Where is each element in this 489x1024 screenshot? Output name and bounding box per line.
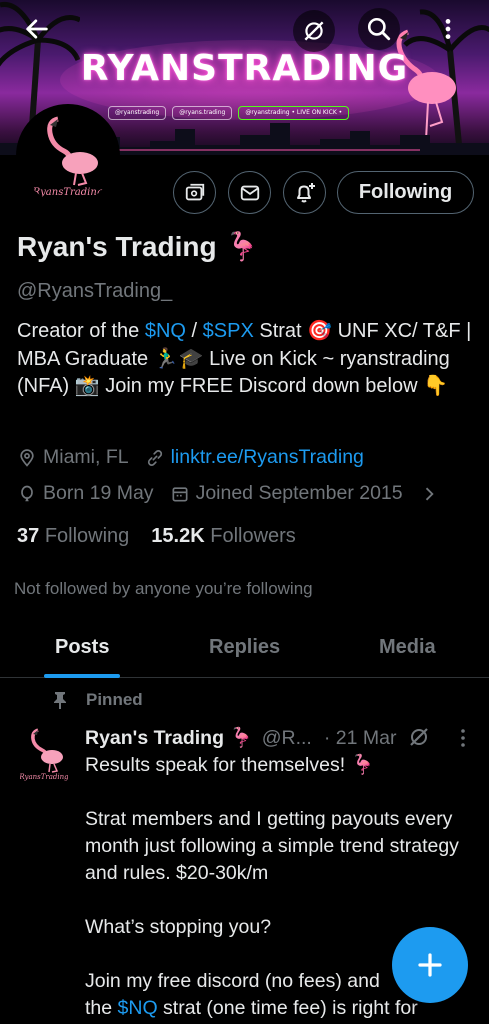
- profile-meta-row-2[interactable]: Born 19 May Joined September 2015: [17, 482, 439, 505]
- profile-born: Born 19 May: [17, 482, 154, 505]
- post-line-4b-text: the: [85, 997, 118, 1019]
- bio-cashtag-spx[interactable]: $SPX: [203, 320, 254, 342]
- joined-text: Joined September 2015: [195, 482, 403, 504]
- mail-icon: [240, 185, 259, 200]
- pin-icon: [54, 692, 66, 709]
- post-line-4c-text: strat (one time fee) is right for: [157, 997, 418, 1019]
- post-author-avatar[interactable]: RyansTrading: [20, 723, 68, 783]
- search-icon: [367, 17, 391, 41]
- bell-plus-icon: [296, 182, 315, 202]
- post-timestamp[interactable]: · 21 Mar: [324, 727, 397, 750]
- subscribe-icon: [185, 183, 204, 200]
- followers-count-link[interactable]: 15.2K Followers: [151, 525, 296, 548]
- post-author-handle[interactable]: @R...: [262, 727, 312, 750]
- following-count: 37: [17, 525, 40, 547]
- svg-text:RyansTrading: RyansTrading: [20, 773, 68, 781]
- post-more-icon[interactable]: [453, 728, 473, 748]
- post-line-1: Results speak for themselves! 🦩: [85, 754, 375, 776]
- more-options-button[interactable]: [427, 8, 469, 50]
- search-button[interactable]: [358, 8, 400, 50]
- profile-name: Ryan's Trading 🦩: [17, 230, 259, 263]
- link-icon: [147, 449, 162, 466]
- profile-name-text: Ryan's Trading: [17, 230, 217, 262]
- post-grok-icon[interactable]: [407, 725, 431, 749]
- chevron-right-icon[interactable]: [419, 484, 439, 504]
- back-arrow-icon: [26, 19, 48, 39]
- born-text: Born 19 May: [43, 482, 154, 504]
- following-label: Following: [44, 525, 130, 547]
- profile-bio: Creator of the $NQ / $SPX Strat 🎯 UNF XC…: [17, 318, 472, 401]
- flamingo-logo-image: RyansTrading: [32, 116, 103, 198]
- more-vertical-icon: [445, 19, 451, 39]
- calendar-icon: [172, 486, 188, 501]
- post-line-2: Strat members and I getting payouts ever…: [85, 808, 459, 884]
- pinned-text: Pinned: [86, 690, 143, 709]
- follow-counts: 37 Following 15.2K Followers: [17, 525, 296, 548]
- profile-website[interactable]: linktr.ee/RyansTrading: [145, 446, 364, 469]
- profile-joined: Joined September 2015: [170, 482, 403, 505]
- tab-replies[interactable]: Replies: [209, 636, 280, 659]
- post-header: Ryan's Trading 🦩 @R... · 21 Mar: [85, 726, 396, 750]
- followed-by-text: Not followed by anyone you’re following: [14, 579, 313, 598]
- profile-avatar[interactable]: RyansTrading: [16, 104, 120, 208]
- flamingo-avatar-image: RyansTrading: [20, 728, 68, 781]
- grok-button[interactable]: [293, 10, 335, 52]
- profile-meta-row-1: Miami, FL linktr.ee/RyansTrading: [17, 446, 380, 469]
- bio-text-1: Creator of the: [17, 320, 145, 342]
- pinned-label: Pinned: [52, 690, 143, 710]
- profile-handle: @RyansTrading_: [17, 280, 173, 302]
- following-button[interactable]: Following: [337, 171, 474, 214]
- subscribe-button[interactable]: [173, 171, 216, 214]
- followers-label: Followers: [210, 525, 296, 547]
- balloon-icon: [21, 485, 33, 501]
- grok-icon: [304, 21, 324, 41]
- profile-location: Miami, FL: [17, 446, 129, 469]
- notifications-button[interactable]: [283, 171, 326, 214]
- message-button[interactable]: [228, 171, 271, 214]
- tab-posts[interactable]: Posts: [55, 636, 109, 659]
- location-text: Miami, FL: [43, 446, 129, 468]
- svg-text:RyansTrading: RyansTrading: [32, 187, 103, 198]
- followers-count: 15.2K: [151, 525, 205, 547]
- website-link[interactable]: linktr.ee/RyansTrading: [171, 446, 364, 469]
- profile-tabs: Posts Replies Media: [0, 622, 489, 678]
- bio-text-2: /: [185, 320, 203, 342]
- tab-media[interactable]: Media: [379, 636, 436, 659]
- compose-post-button[interactable]: [392, 927, 468, 1003]
- back-button[interactable]: [16, 8, 58, 50]
- banner-brand-text: RYANSTRADING: [80, 48, 409, 89]
- active-tab-indicator: [44, 674, 120, 678]
- plus-icon: [418, 953, 442, 977]
- following-count-link[interactable]: 37 Following: [17, 525, 129, 548]
- post-author-name[interactable]: Ryan's Trading 🦩: [85, 726, 254, 750]
- bio-cashtag-nq[interactable]: $NQ: [145, 320, 186, 342]
- location-icon: [20, 448, 34, 467]
- profile-name-emoji: 🦩: [224, 231, 260, 262]
- post-cashtag-nq[interactable]: $NQ: [118, 997, 158, 1019]
